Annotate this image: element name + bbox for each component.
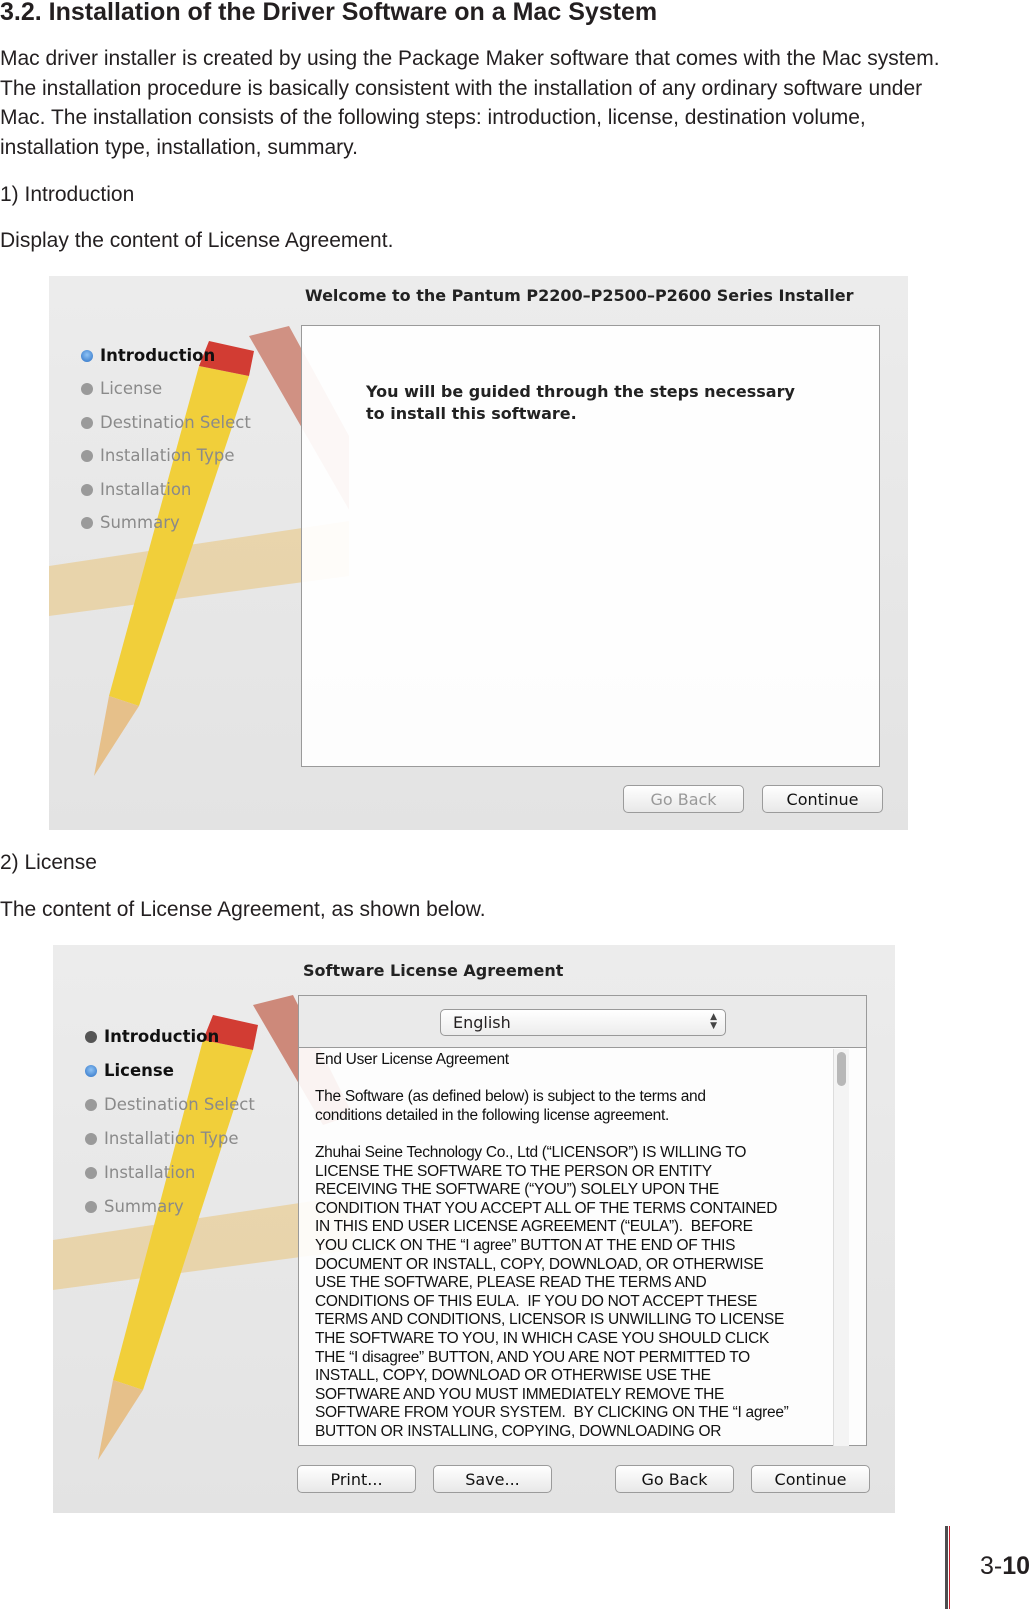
- step-bullet-icon: [81, 483, 93, 496]
- scrollbar-thumb[interactable]: [837, 1052, 846, 1086]
- step-bullet-icon: [85, 1132, 97, 1145]
- step1-title: 1) Introduction: [0, 183, 135, 206]
- step-bullet-icon: [81, 416, 93, 429]
- print-button[interactable]: Print...: [297, 1465, 416, 1493]
- page-divider-bar: [945, 1526, 948, 1609]
- language-select[interactable]: English ▲ ▼: [440, 1009, 726, 1036]
- save-button[interactable]: Save...: [433, 1465, 552, 1493]
- continue-button[interactable]: Continue: [762, 785, 883, 813]
- continue-button[interactable]: Continue: [751, 1465, 870, 1493]
- page-divider-accent: [949, 1526, 950, 1609]
- intro-paragraph: Mac driver installer is created by using…: [0, 47, 940, 159]
- step-bullet-icon: [85, 1098, 97, 1111]
- completed-step-icon: [85, 1030, 97, 1043]
- sidebar-item-installation-type: Installation Type: [85, 1129, 239, 1148]
- window-title: Software License Agreement: [303, 961, 564, 980]
- up-down-arrows-icon: ▲ ▼: [710, 1012, 717, 1031]
- step2-desc: The content of License Agreement, as sho…: [0, 898, 486, 921]
- installer-window-introduction: Welcome to the Pantum P2200–P2500–P2600 …: [49, 276, 908, 830]
- go-back-button[interactable]: Go Back: [615, 1465, 734, 1493]
- step-bullet-icon: [81, 516, 93, 529]
- scrollbar-track[interactable]: [833, 1049, 849, 1446]
- sidebar-item-installation-type: Installation Type: [81, 446, 235, 465]
- license-pane: English ▲ ▼ End User License Agreement Th…: [298, 995, 867, 1446]
- go-back-button[interactable]: Go Back: [623, 785, 744, 813]
- content-pane: You will be guided through the steps nec…: [301, 325, 880, 767]
- sidebar-item-installation: Installation: [81, 480, 191, 499]
- current-step-icon: [85, 1064, 97, 1077]
- step-bullet-icon: [81, 449, 93, 462]
- window-title: Welcome to the Pantum P2200–P2500–P2600 …: [305, 286, 854, 305]
- step-bullet-icon: [85, 1166, 97, 1179]
- welcome-message: You will be guided through the steps nec…: [366, 382, 795, 423]
- sidebar-item-introduction: Introduction: [81, 346, 215, 365]
- sidebar-item-destination: Destination Select: [85, 1095, 255, 1114]
- page-number: 3-10: [980, 1552, 1029, 1580]
- section-heading: 3.2. Installation of the Driver Software…: [0, 0, 658, 26]
- step2-title: 2) License: [0, 851, 97, 874]
- installer-window-license: Software License Agreement Introduction …: [53, 945, 895, 1513]
- sidebar-item-introduction: Introduction: [85, 1027, 219, 1046]
- step-bullet-icon: [85, 1200, 97, 1213]
- step-bullet-icon: [81, 382, 93, 395]
- step1-desc: Display the content of License Agreement…: [0, 229, 394, 252]
- license-text: End User License Agreement The Software …: [315, 1051, 789, 1440]
- sidebar-item-installation: Installation: [85, 1163, 195, 1182]
- current-step-icon: [81, 349, 93, 362]
- sidebar-item-summary: Summary: [85, 1197, 184, 1216]
- sidebar-item-destination: Destination Select: [81, 413, 251, 432]
- sidebar-item-license: License: [81, 379, 162, 398]
- sidebar-item-license: License: [85, 1061, 174, 1080]
- sidebar-item-summary: Summary: [81, 513, 180, 532]
